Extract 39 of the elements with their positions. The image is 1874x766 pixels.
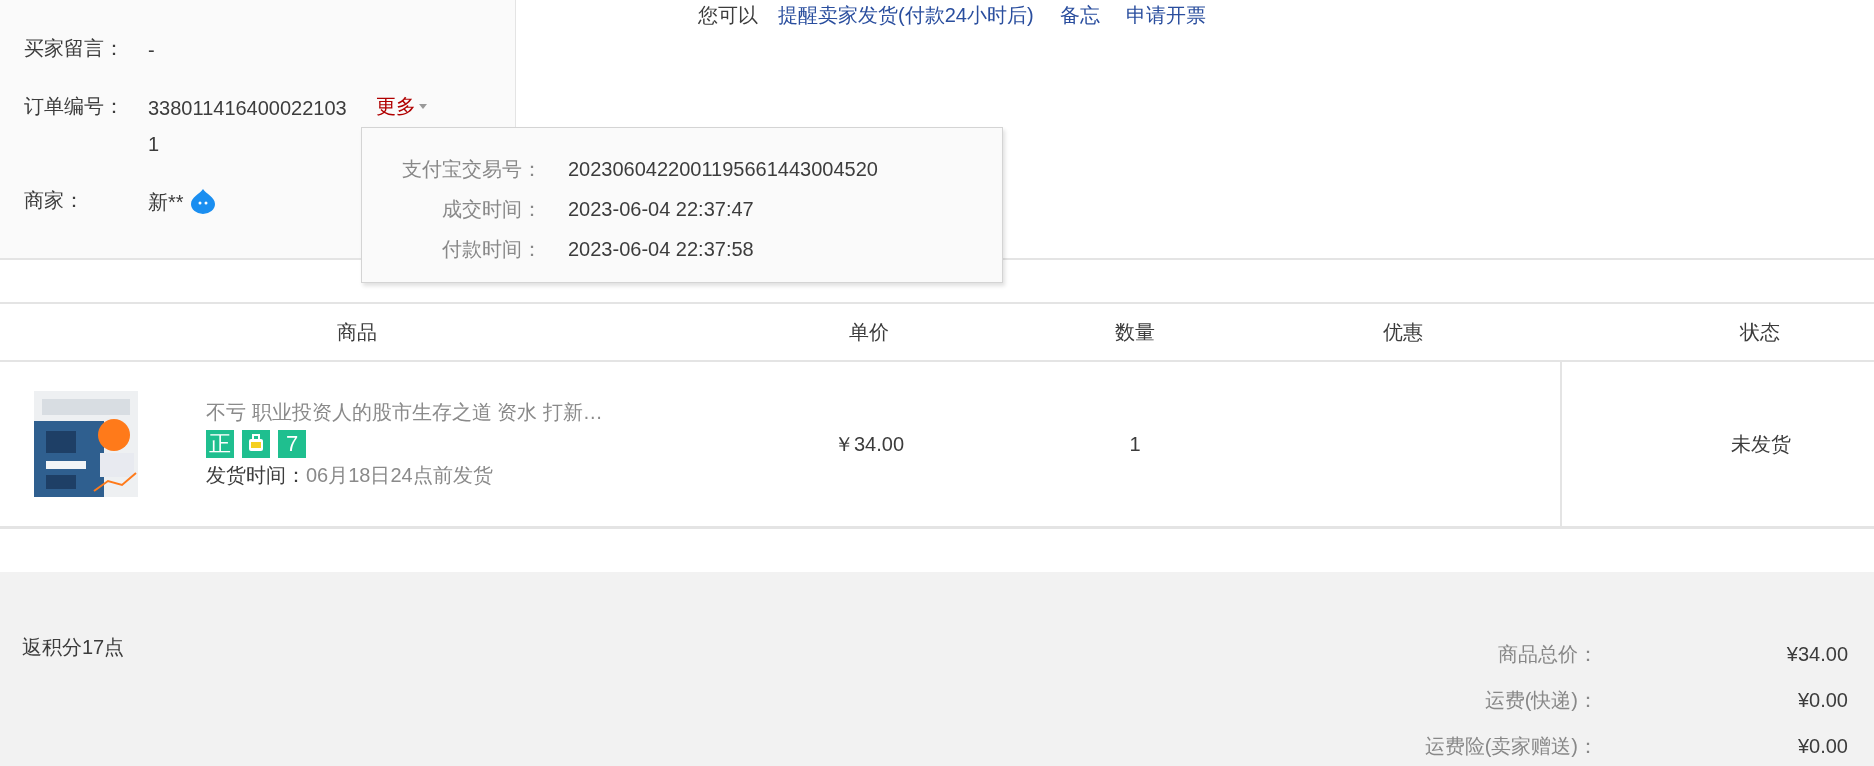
column-header: 商品	[336, 319, 378, 345]
column-header: 数量	[1114, 319, 1156, 345]
detail-label: 付款时间：	[441, 237, 542, 262]
ship-label: 发货时间：	[206, 463, 306, 488]
action-link[interactable]: 备忘	[1059, 2, 1100, 29]
quantity: 1	[1129, 432, 1141, 456]
summary-value: ¥0.00	[1796, 734, 1848, 759]
field-label: 订单编号：	[24, 94, 125, 119]
summary-value: ¥0.00	[1796, 688, 1848, 713]
ship-time: 06月18日24点前发货	[306, 463, 493, 488]
summary-value: ¥34.00	[1785, 642, 1848, 667]
bag-icon	[242, 430, 270, 458]
action-link[interactable]: 提醒卖家发货(付款24小时后)	[778, 2, 1034, 29]
field-label: 商家：	[24, 188, 85, 213]
detail-label: 支付宝交易号：	[401, 157, 542, 182]
field-value: 新**	[148, 190, 184, 215]
caret-icon	[418, 102, 428, 110]
detail-value: 2023-06-04 22:37:58	[568, 237, 754, 262]
unit-price: ￥34.00	[833, 431, 905, 457]
order-status: 未发货	[1731, 431, 1791, 457]
detail-value: 2023060422001195661443004520	[568, 157, 878, 182]
service-badge: 7	[278, 430, 306, 458]
more-dropdown[interactable]: 更多	[376, 90, 428, 122]
points-note: 返积分17点	[22, 635, 125, 660]
summary-label: 运费(快递)：	[1483, 688, 1598, 713]
field-label: 买家留言：	[24, 36, 125, 61]
summary-label: 运费险(卖家赠送)：	[1424, 734, 1598, 759]
detail-label: 成交时间：	[441, 197, 542, 222]
field-value: 3380114164000221031	[148, 96, 348, 157]
column-header: 优惠	[1382, 319, 1424, 345]
actions-prompt: 您可以	[698, 3, 758, 28]
action-link[interactable]: 申请开票	[1125, 2, 1206, 29]
column-header: 状态	[1739, 319, 1781, 345]
field-value: -	[148, 38, 155, 63]
column-header: 单价	[848, 319, 890, 345]
detail-value: 2023-06-04 22:37:47	[568, 197, 754, 222]
summary-label: 商品总价：	[1497, 642, 1598, 667]
chat-icon[interactable]	[189, 188, 216, 214]
service-badge: 正	[206, 430, 234, 458]
